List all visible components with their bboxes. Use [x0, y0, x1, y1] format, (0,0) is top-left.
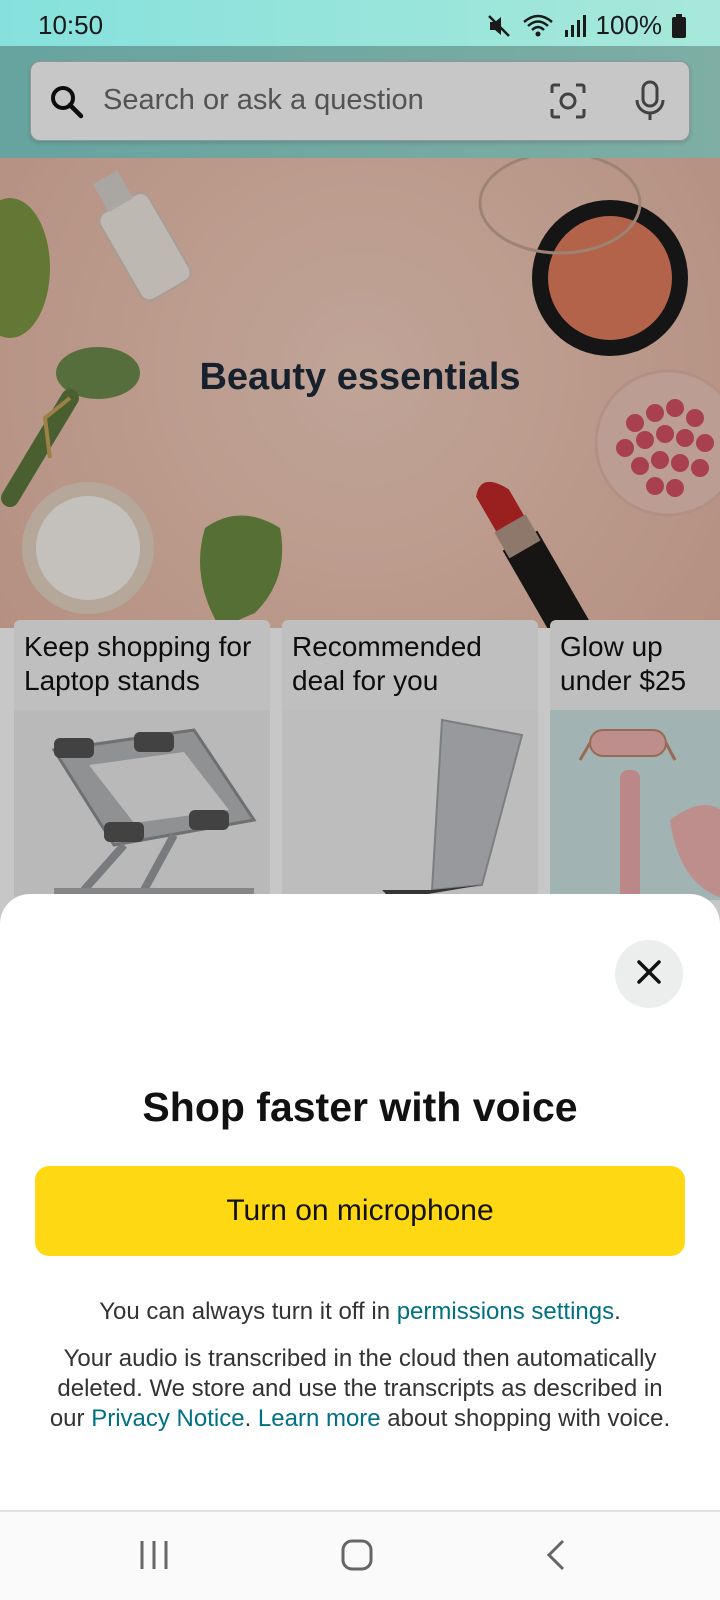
permissions-info-text: You can always turn it off in — [99, 1298, 397, 1325]
status-time: 10:50 — [38, 10, 104, 40]
back-icon[interactable] — [544, 1538, 568, 1577]
privacy-text-3: about shopping with voice. — [380, 1405, 671, 1432]
status-icons: 100% — [486, 10, 686, 41]
privacy-notice-link[interactable]: Privacy Notice — [91, 1405, 244, 1432]
status-bar: 10:50 100% — [0, 0, 720, 46]
system-nav-bar — [0, 1510, 720, 1600]
home-icon[interactable] — [340, 1538, 374, 1577]
privacy-info: Your audio is transcribed in the cloud t… — [40, 1344, 680, 1434]
battery-text: 100% — [595, 10, 663, 40]
recent-apps-icon[interactable] — [138, 1538, 170, 1577]
mute-icon — [486, 13, 512, 39]
close-icon — [635, 958, 663, 991]
sheet-title: Shop faster with voice — [142, 1084, 578, 1130]
learn-more-link[interactable]: Learn more — [258, 1405, 381, 1432]
permissions-info-suffix: . — [614, 1298, 621, 1325]
battery-icon — [672, 13, 686, 38]
wifi-icon — [522, 13, 554, 39]
turn-on-microphone-button[interactable]: Turn on microphone — [35, 1166, 685, 1256]
permissions-info: You can always turn it off in permission… — [30, 1298, 690, 1326]
privacy-text-2: . — [244, 1405, 258, 1432]
signal-icon — [564, 14, 586, 38]
permissions-settings-link[interactable]: permissions settings — [397, 1298, 614, 1325]
voice-bottom-sheet: Shop faster with voice Turn on microphon… — [0, 894, 720, 1510]
close-button[interactable] — [615, 940, 683, 1008]
